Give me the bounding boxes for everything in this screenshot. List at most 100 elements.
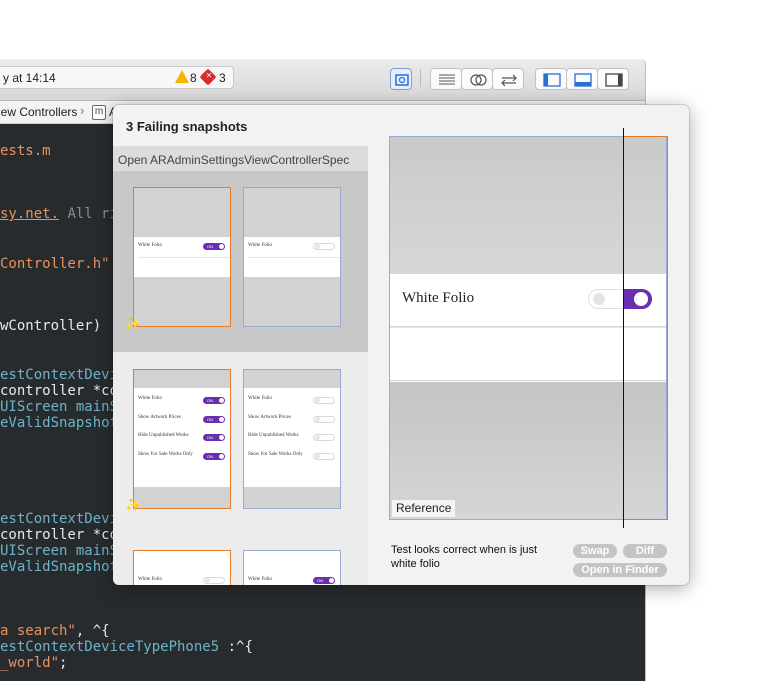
code-line: estContextDevi [0,511,118,527]
thumb-label: White Folio [138,577,163,582]
code-text: UIScreen mainS [0,399,119,415]
swap-button[interactable]: Swap [573,544,617,558]
code-text: a search" [0,623,76,639]
thumb-label: White Folio [138,243,163,248]
thumb-toggle-on: ON [203,453,225,460]
code-line: sy.net. All ri [0,206,118,222]
thumb-toggle-text: ON [317,578,323,583]
snapshot-list[interactable]: White Folio ON White Folio ✨ White Folio… [113,172,368,585]
thumb-toggle-off [313,434,335,441]
code-text: Controller.h" [0,256,110,272]
snapshot-row[interactable]: White Folio ON Show Artwork Prices ON Hi… [113,352,368,532]
version-editor-button[interactable] [492,68,524,90]
open-spec-button[interactable]: Open ARAdminSettingsViewControllerSpec [113,146,368,172]
code-line: Controller.h" [0,256,110,272]
text-lines-icon [439,74,455,85]
right-panel-icon [605,73,623,87]
snapshot-plugin-button[interactable] [390,68,412,90]
failed-overlay-region [623,136,668,520]
thumb-toggle-on: ON [203,416,225,423]
code-text: UIScreen mainS [0,543,119,559]
assistant-editor-button[interactable] [461,68,493,90]
popover-title: 3 Failing snapshots [126,119,248,134]
code-line: controller *con [0,383,126,399]
warning-icon[interactable] [175,70,189,83]
code-line: wController) [0,318,101,334]
activity-status: y at 14:14 [3,71,56,85]
code-text: estContextDeviceTypePhone5 [0,639,220,655]
failing-snapshots-popover: 3 Failing snapshots Open ARAdminSettings… [113,105,689,585]
comparison-slider-handle[interactable] [623,128,624,528]
reference-snapshot-thumbnail[interactable]: White Folio ON [243,550,341,585]
code-line: UIScreen mainS [0,399,118,415]
code-line: eValidSnapshot [0,415,118,431]
code-text: estContextDevi [0,511,119,527]
camera-icon [395,74,409,86]
venn-circles-icon [470,74,487,86]
thumb-label: Hide Unpublished Works [248,433,299,438]
open-spec-label: Open ARAdminSettingsViewControllerSpec [118,153,350,167]
thumb-label: Show For Sale Works Only [248,452,303,457]
breadcrumb-view-controllers[interactable]: iew Controllers [0,105,77,119]
code-text: :^{ [219,639,253,655]
code-text: wController) [0,318,102,334]
thumb-label: White Folio [248,396,273,401]
thumb-toggle-text: ON [207,244,213,249]
thumb-toggle-on: ON [203,243,225,250]
activity-view[interactable]: y at 14:14 8 3 [0,66,234,89]
snapshot-row[interactable]: White Folio White Folio ON [113,532,368,585]
thumb-toggle-text: ON [207,398,213,403]
code-text: _world" [0,655,60,671]
code-text: estContextDevi [0,367,119,383]
test-description: Test looks correct when is just white fo… [391,544,538,570]
thumb-toggle-text: ON [207,435,213,440]
objc-file-icon: m [92,105,106,120]
toolbar: y at 14:14 8 3 [0,59,645,101]
thumb-toggle-on: ON [313,577,335,584]
standard-editor-button[interactable] [430,68,462,90]
snapshot-row-selected[interactable]: White Folio ON White Folio ✨ [113,172,368,352]
open-in-finder-button[interactable]: Open in Finder [573,563,667,577]
thumb-toggle-off [313,243,335,250]
code-line: _world"; [0,655,67,671]
bottom-panel-icon [574,73,592,87]
thumb-label: Show Artwork Prices [248,415,291,420]
failed-snapshot-thumbnail[interactable]: White Folio ON Show Artwork Prices ON Hi… [133,369,231,509]
failed-snapshot-thumbnail[interactable]: White Folio ON [133,187,231,327]
thumb-label: White Folio [248,243,273,248]
thumb-toggle-on: ON [203,434,225,441]
toolbar-divider [420,69,421,87]
debug-area-toggle-button[interactable] [566,68,598,90]
diff-button[interactable]: Diff [623,544,667,558]
thumb-toggle-off [313,416,335,423]
thumb-separator [138,257,230,258]
code-text: controller *con [0,383,127,399]
code-text: controller *con [0,527,127,543]
code-text: , ^{ [75,623,110,639]
thumb-toggle-off [203,577,225,584]
reference-snapshot-thumbnail[interactable]: White Folio Show Artwork Prices Hide Unp… [243,369,341,509]
utilities-toggle-button[interactable] [597,68,629,90]
reference-snapshot-thumbnail[interactable]: White Folio [243,187,341,327]
code-text: ; [59,655,68,671]
thumb-toggle-on: ON [203,397,225,404]
thumb-label: Show Artwork Prices [138,415,181,420]
error-count[interactable]: 3 [219,71,226,85]
chevron-right-icon: › [80,103,85,118]
thumb-separator [248,257,340,258]
code-line: ests.m [0,143,51,159]
thumb-toggle-text: ON [207,417,213,422]
reference-label: Reference [392,500,456,517]
thumb-toggle-text: ON [207,454,213,459]
navigator-toggle-button[interactable] [535,68,567,90]
failed-snapshot-thumbnail[interactable]: White Folio [133,550,231,585]
error-icon[interactable] [199,68,217,86]
warning-count[interactable]: 8 [190,71,197,85]
code-text: eValidSnapshot [0,559,119,575]
code-text: ests.m [0,143,51,159]
thumb-toggle-off [313,453,335,460]
left-panel-icon [543,73,561,87]
thumb-label: Show For Sale Works Only [138,452,193,457]
sparkle-icon: ✨ [125,316,142,331]
thumb-label: Hide Unpublished Works [138,433,189,438]
